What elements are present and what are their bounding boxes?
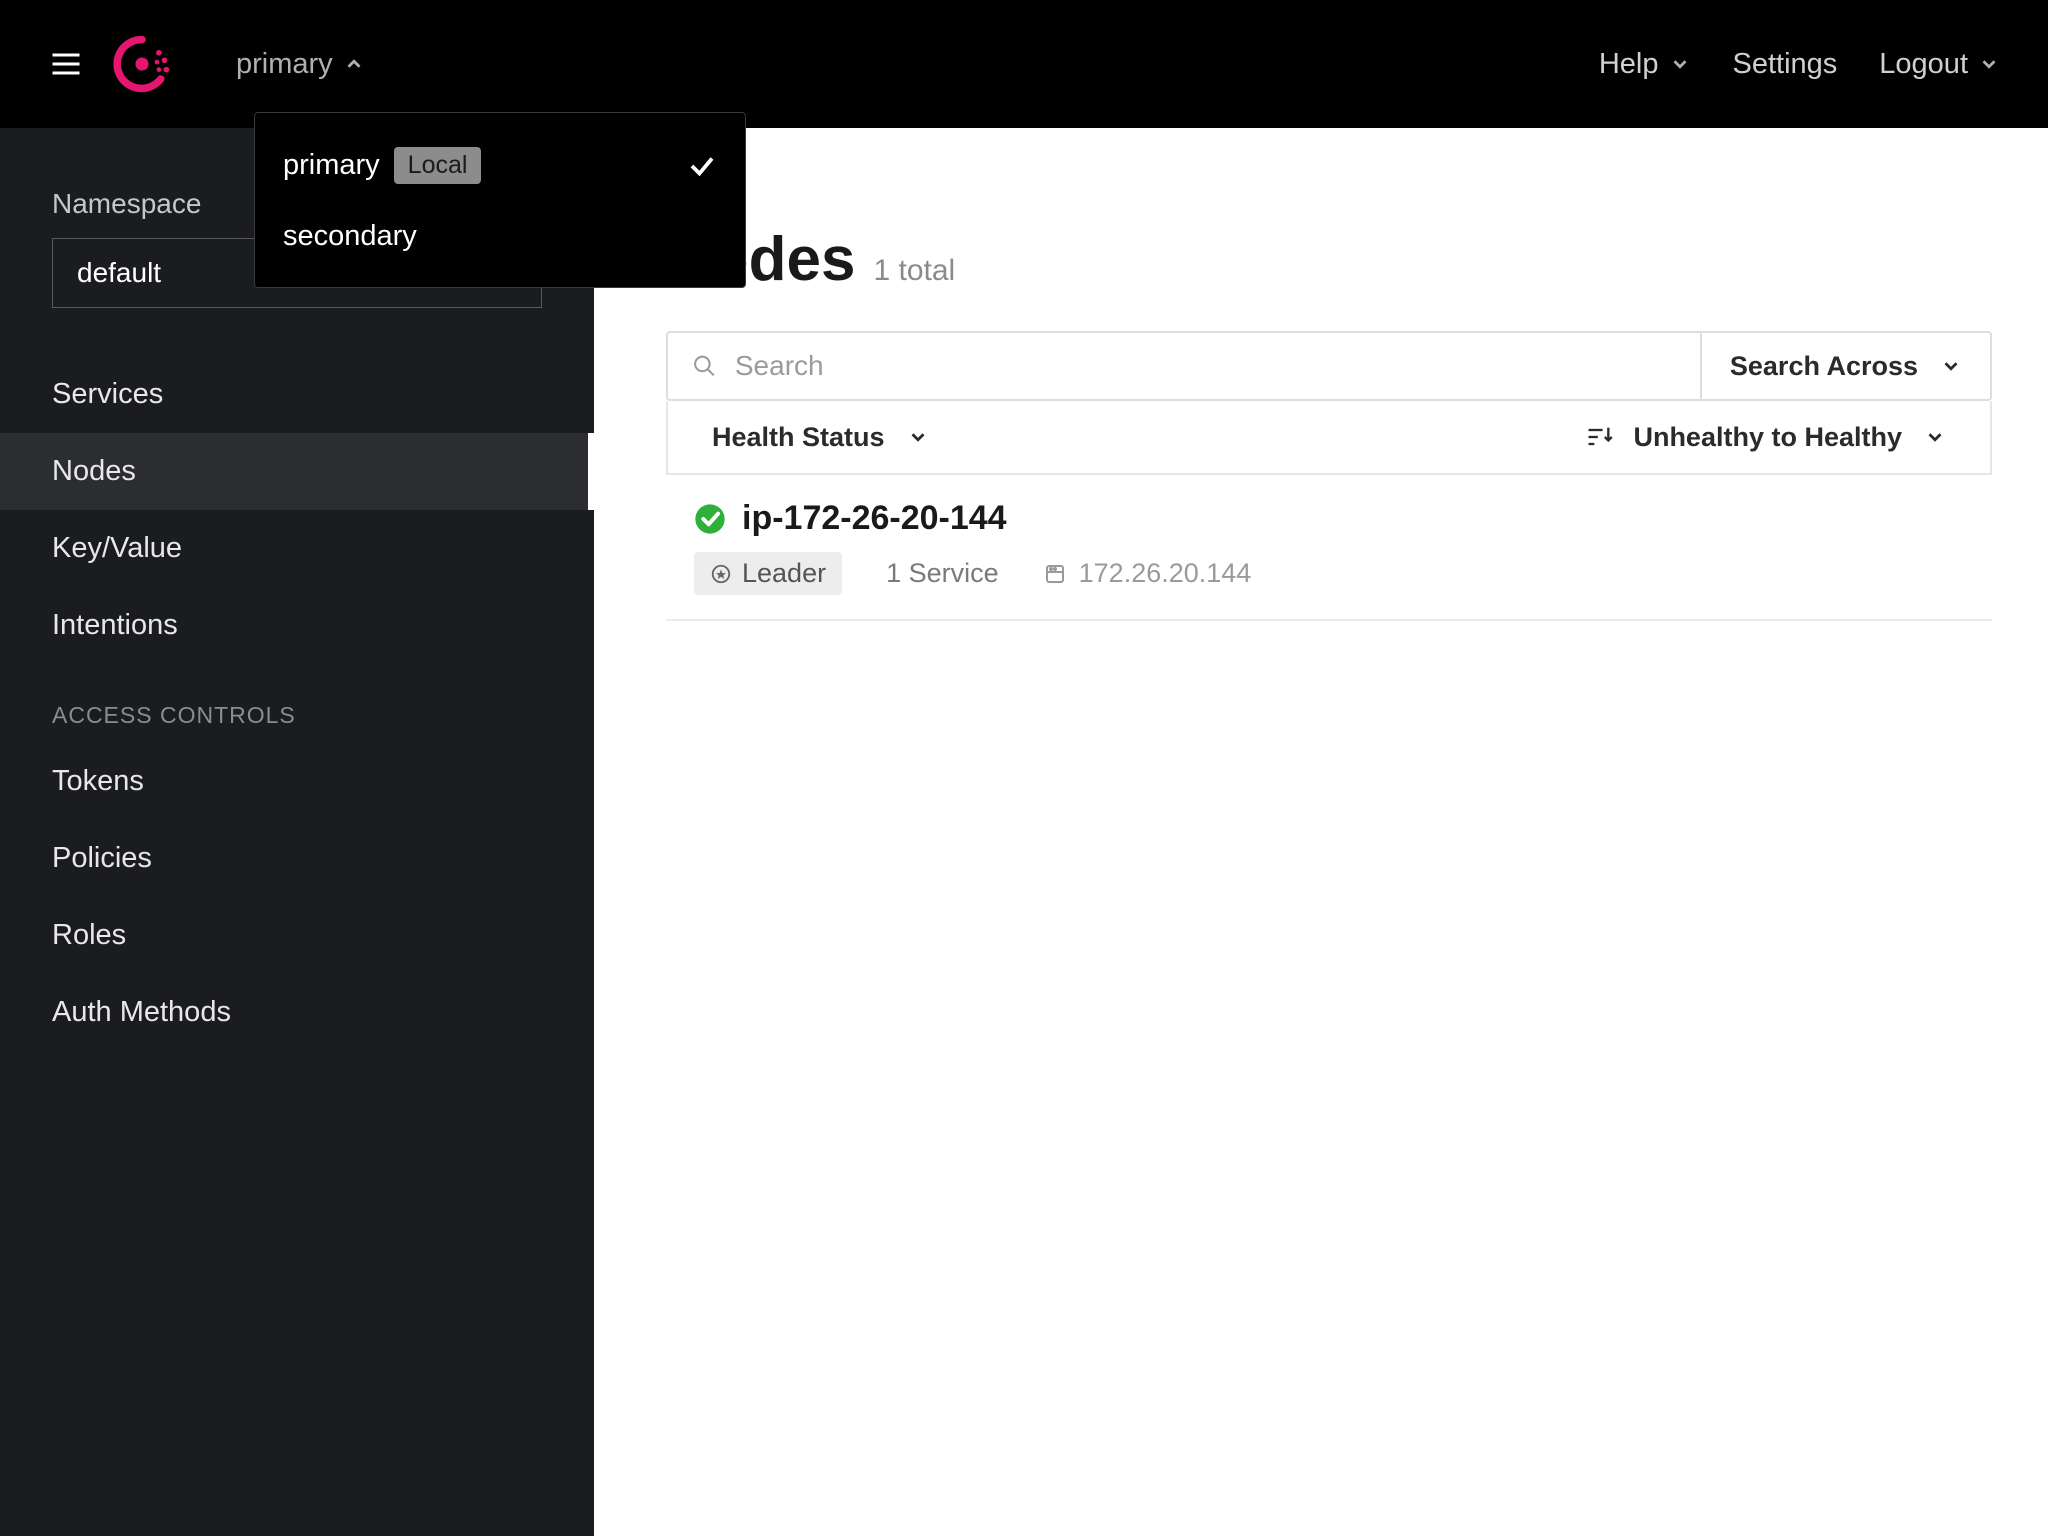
sidebar-item-key-value[interactable]: Key/Value: [0, 510, 594, 587]
sort-dropdown[interactable]: Unhealthy to Healthy: [1585, 422, 1946, 453]
search-box[interactable]: [668, 333, 1700, 399]
datacenter-option-primary[interactable]: primary Local: [255, 129, 745, 202]
sidebar-item-label: Tokens: [52, 765, 144, 797]
datacenter-dropdown: primary Local secondary: [254, 112, 746, 288]
sidebar-item-roles[interactable]: Roles: [0, 897, 594, 974]
search-across-dropdown[interactable]: Search Across: [1700, 333, 1990, 399]
sort-label: Unhealthy to Healthy: [1633, 422, 1902, 453]
check-icon: [687, 151, 717, 181]
sidebar-item-auth-methods[interactable]: Auth Methods: [0, 974, 594, 1051]
search-input[interactable]: [735, 350, 1676, 382]
sidebar-item-intentions[interactable]: Intentions: [0, 587, 594, 664]
consul-logo-icon: [112, 34, 172, 94]
help-menu[interactable]: Help: [1599, 48, 1691, 81]
sidebar-item-policies[interactable]: Policies: [0, 820, 594, 897]
sidebar-item-label: Auth Methods: [52, 996, 231, 1028]
datacenter-selector[interactable]: primary: [236, 48, 365, 81]
sidebar-item-label: Nodes: [52, 455, 136, 487]
sidebar-item-services[interactable]: Services: [0, 356, 594, 433]
datacenter-option-label: primary: [283, 149, 380, 182]
datacenter-option-label: secondary: [283, 220, 417, 253]
sidebar-item-label: Policies: [52, 842, 152, 874]
leader-label: Leader: [742, 558, 826, 589]
page-count: 1 total: [873, 254, 955, 288]
sidebar-item-label: Intentions: [52, 609, 178, 641]
datacenter-selected-label: primary: [236, 48, 333, 81]
sidebar-item-tokens[interactable]: Tokens: [0, 743, 594, 820]
sidebar-item-label: Key/Value: [52, 532, 182, 564]
chevron-down-icon: [907, 426, 929, 448]
node-ip-value: 172.26.20.144: [1079, 558, 1252, 589]
sidebar-item-label: Services: [52, 378, 163, 410]
network-icon: [1043, 562, 1067, 586]
chevron-up-icon: [343, 53, 365, 75]
leader-badge: Leader: [694, 552, 842, 595]
node-name: ip-172-26-20-144: [742, 499, 1007, 538]
star-icon: [710, 563, 732, 585]
filter-label: Health Status: [712, 422, 885, 453]
sidebar-section-access-controls: ACCESS CONTROLS: [0, 664, 594, 743]
sort-icon: [1585, 423, 1613, 451]
datacenter-local-badge: Local: [394, 147, 482, 184]
sidebar-item-label: Roles: [52, 919, 126, 951]
search-across-label: Search Across: [1730, 351, 1918, 382]
chevron-down-icon: [1669, 53, 1691, 75]
logout-menu[interactable]: Logout: [1879, 48, 2000, 81]
chevron-down-icon: [1924, 426, 1946, 448]
datacenter-option-secondary[interactable]: secondary: [255, 202, 745, 271]
node-services-count: 1 Service: [886, 558, 999, 589]
node-ip: 172.26.20.144: [1043, 558, 1252, 589]
logout-label: Logout: [1879, 48, 1968, 81]
main-content: Nodes 1 total Search Across Health Statu…: [594, 128, 2048, 1536]
sidebar-item-nodes[interactable]: Nodes: [0, 433, 594, 510]
settings-link[interactable]: Settings: [1733, 48, 1838, 81]
menu-icon[interactable]: [48, 46, 84, 82]
namespace-value: default: [77, 257, 161, 289]
health-status-filter[interactable]: Health Status: [712, 422, 929, 453]
help-label: Help: [1599, 48, 1659, 81]
sidebar: Namespace default Services Nodes Key/Val…: [0, 128, 594, 1536]
chevron-down-icon: [1978, 53, 2000, 75]
node-row[interactable]: ip-172-26-20-144 Leader 1 Service 172.26…: [666, 475, 1992, 621]
search-icon: [692, 353, 717, 379]
status-passing-icon: [694, 503, 726, 535]
chevron-down-icon: [1940, 355, 1962, 377]
settings-label: Settings: [1733, 48, 1838, 81]
